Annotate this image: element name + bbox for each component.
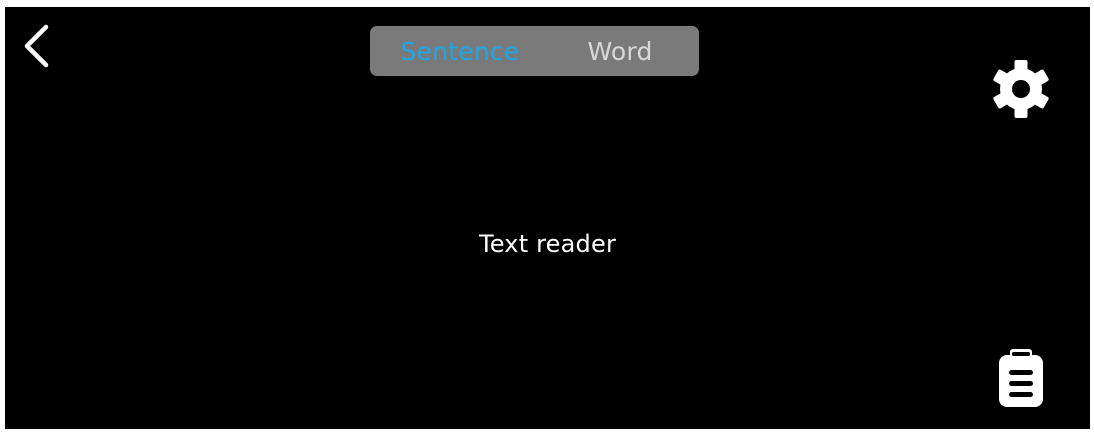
tab-word[interactable]: Word — [550, 26, 698, 76]
chevron-left-icon — [24, 24, 49, 68]
clipboard-icon — [999, 349, 1043, 407]
mode-segmented-control: Sentence Word — [370, 26, 699, 76]
page-title: Text reader — [478, 230, 617, 258]
settings-button[interactable] — [989, 57, 1053, 121]
tab-sentence[interactable]: Sentence — [370, 26, 550, 76]
gear-icon — [993, 60, 1049, 118]
back-button[interactable] — [19, 24, 55, 70]
app-screen: Sentence Word Text reader — [5, 7, 1090, 429]
clipboard-button[interactable] — [995, 346, 1047, 410]
tab-sentence-label: Sentence — [400, 36, 520, 66]
tab-word-label: Word — [587, 36, 653, 66]
